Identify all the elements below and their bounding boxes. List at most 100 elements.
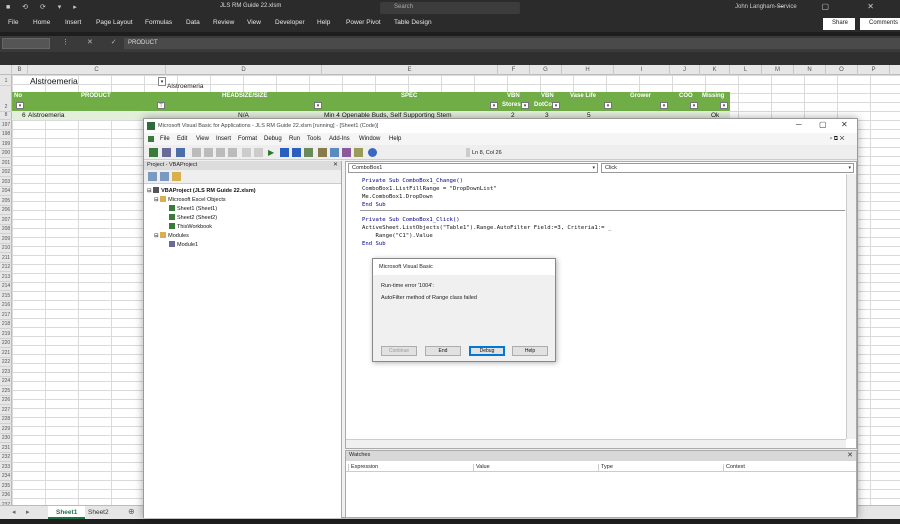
- cell-c1-value[interactable]: Alstroemeria: [30, 76, 78, 86]
- row-header[interactable]: 208: [0, 225, 12, 234]
- code-window-controls[interactable]: ▫ ⧉ ✕: [830, 136, 844, 143]
- redo-icon[interactable]: [254, 148, 263, 157]
- tree-root[interactable]: ⊟ VBAProject (JLS RM Guide 22.xlsm): [147, 187, 256, 194]
- toolbox-icon[interactable]: [354, 148, 363, 157]
- row-header[interactable]: 231: [0, 444, 12, 453]
- code-line[interactable]: Private Sub ComboBox1_Click(): [362, 217, 460, 223]
- help-icon[interactable]: [368, 148, 377, 157]
- menu-view[interactable]: View: [196, 136, 209, 142]
- tab-help[interactable]: Help: [317, 19, 330, 26]
- watches-close-icon[interactable]: ✕: [847, 451, 853, 459]
- collapse-icon[interactable]: ⊟: [147, 188, 152, 194]
- column-header[interactable]: D: [166, 65, 322, 75]
- row-header[interactable]: 236: [0, 491, 12, 500]
- row-header[interactable]: 201: [0, 159, 12, 168]
- tree-modules[interactable]: ⊟ Modules: [154, 232, 189, 239]
- row-header[interactable]: 8: [0, 111, 12, 120]
- row-header[interactable]: 202: [0, 168, 12, 177]
- row-header[interactable]: 210: [0, 244, 12, 253]
- row-header[interactable]: 234: [0, 472, 12, 481]
- menu-run[interactable]: Run: [289, 136, 300, 142]
- code-line[interactable]: ActiveSheet.ListObjects("Table1").Range.…: [362, 225, 611, 231]
- tab-review[interactable]: Review: [213, 19, 234, 26]
- excel-view-icon[interactable]: [148, 136, 154, 142]
- tab-home[interactable]: Home: [33, 19, 50, 26]
- row-header[interactable]: 214: [0, 282, 12, 291]
- find-icon[interactable]: [228, 148, 237, 157]
- menu-insert[interactable]: Insert: [216, 136, 231, 142]
- properties-icon[interactable]: [330, 148, 339, 157]
- object-browser-icon[interactable]: [342, 148, 351, 157]
- sheet-nav-prev[interactable]: ◂: [12, 508, 16, 516]
- cell-product[interactable]: Alstroemeria: [28, 112, 64, 119]
- code-line[interactable]: End Sub: [362, 241, 386, 247]
- row-header[interactable]: 209: [0, 235, 12, 244]
- tab-developer[interactable]: Developer: [275, 19, 305, 26]
- design-mode-icon[interactable]: [304, 148, 313, 157]
- watch-col-value[interactable]: Value: [473, 464, 490, 472]
- tree-sheet2[interactable]: Sheet2 (Sheet2): [169, 214, 217, 221]
- copy-icon[interactable]: [204, 148, 213, 157]
- view-object-icon[interactable]: [160, 172, 169, 181]
- row-header[interactable]: 233: [0, 463, 12, 472]
- code-line[interactable]: Range("C1").Value: [362, 233, 432, 239]
- column-header[interactable]: C: [28, 65, 166, 75]
- cell-no[interactable]: 6: [22, 112, 26, 119]
- row-header[interactable]: 212: [0, 263, 12, 272]
- select-all[interactable]: [0, 65, 12, 75]
- filter-button[interactable]: ▾: [690, 102, 698, 109]
- tree-module1[interactable]: Module1: [169, 241, 198, 248]
- debug-button[interactable]: Debug: [469, 346, 505, 356]
- row-header[interactable]: 230: [0, 434, 12, 443]
- code-horizontal-scrollbar[interactable]: [346, 439, 846, 448]
- minimize-icon[interactable]: ─: [796, 120, 802, 129]
- end-button[interactable]: End: [425, 346, 461, 356]
- column-header[interactable]: P: [858, 65, 890, 75]
- row-header[interactable]: 221: [0, 349, 12, 358]
- row-header[interactable]: 222: [0, 358, 12, 367]
- cut-icon[interactable]: [192, 148, 201, 157]
- filter-button-active[interactable]: ⊤: [157, 102, 165, 109]
- cell-d1-value[interactable]: Alstroemeria: [167, 83, 203, 90]
- tab-formulas[interactable]: Formulas: [145, 19, 172, 26]
- row-header[interactable]: 206: [0, 206, 12, 215]
- toggle-folders-icon[interactable]: [172, 172, 181, 181]
- tab-power-pivot[interactable]: Power Pivot: [346, 19, 381, 26]
- tab-insert[interactable]: Insert: [65, 19, 81, 26]
- help-button[interactable]: Help: [512, 346, 548, 356]
- row-header[interactable]: 205: [0, 197, 12, 206]
- row-header[interactable]: 232: [0, 453, 12, 462]
- paste-icon[interactable]: [216, 148, 225, 157]
- column-header[interactable]: L: [730, 65, 762, 75]
- row-header[interactable]: 200: [0, 149, 12, 158]
- comments-button[interactable]: Comments: [860, 18, 900, 30]
- row-header[interactable]: 225: [0, 387, 12, 396]
- tab-view[interactable]: View: [247, 19, 261, 26]
- row-header[interactable]: 211: [0, 254, 12, 263]
- quick-access-toolbar[interactable]: ■ ⟲ ⟳ ▾ ▸: [6, 3, 82, 11]
- row-header[interactable]: 220: [0, 339, 12, 348]
- watch-col-type[interactable]: Type: [598, 464, 613, 472]
- collapse-icon[interactable]: ⊟: [154, 233, 159, 239]
- row-header[interactable]: 213: [0, 273, 12, 282]
- column-header[interactable]: I: [614, 65, 670, 75]
- tab-file[interactable]: File: [8, 19, 18, 26]
- tab-data[interactable]: Data: [186, 19, 200, 26]
- column-header[interactable]: K: [700, 65, 730, 75]
- collapse-icon[interactable]: ⊟: [154, 197, 159, 203]
- row-header[interactable]: 229: [0, 425, 12, 434]
- name-box[interactable]: [2, 38, 50, 49]
- row-header[interactable]: 223: [0, 368, 12, 377]
- run-icon[interactable]: ▶: [268, 148, 277, 157]
- column-header[interactable]: F: [498, 65, 530, 75]
- project-pane-close-icon[interactable]: ✕: [333, 161, 338, 168]
- row-header[interactable]: 197: [0, 121, 12, 130]
- tab-page-layout[interactable]: Page Layout: [96, 19, 133, 26]
- column-header[interactable]: N: [794, 65, 826, 75]
- column-header[interactable]: G: [530, 65, 562, 75]
- code-line[interactable]: Private Sub ComboBox1_Change(): [362, 178, 463, 184]
- break-icon[interactable]: [280, 148, 289, 157]
- code-line[interactable]: ComboBox1.ListFillRange = "DropDownList": [362, 186, 497, 192]
- row-header[interactable]: 204: [0, 187, 12, 196]
- view-excel-icon[interactable]: [149, 148, 158, 157]
